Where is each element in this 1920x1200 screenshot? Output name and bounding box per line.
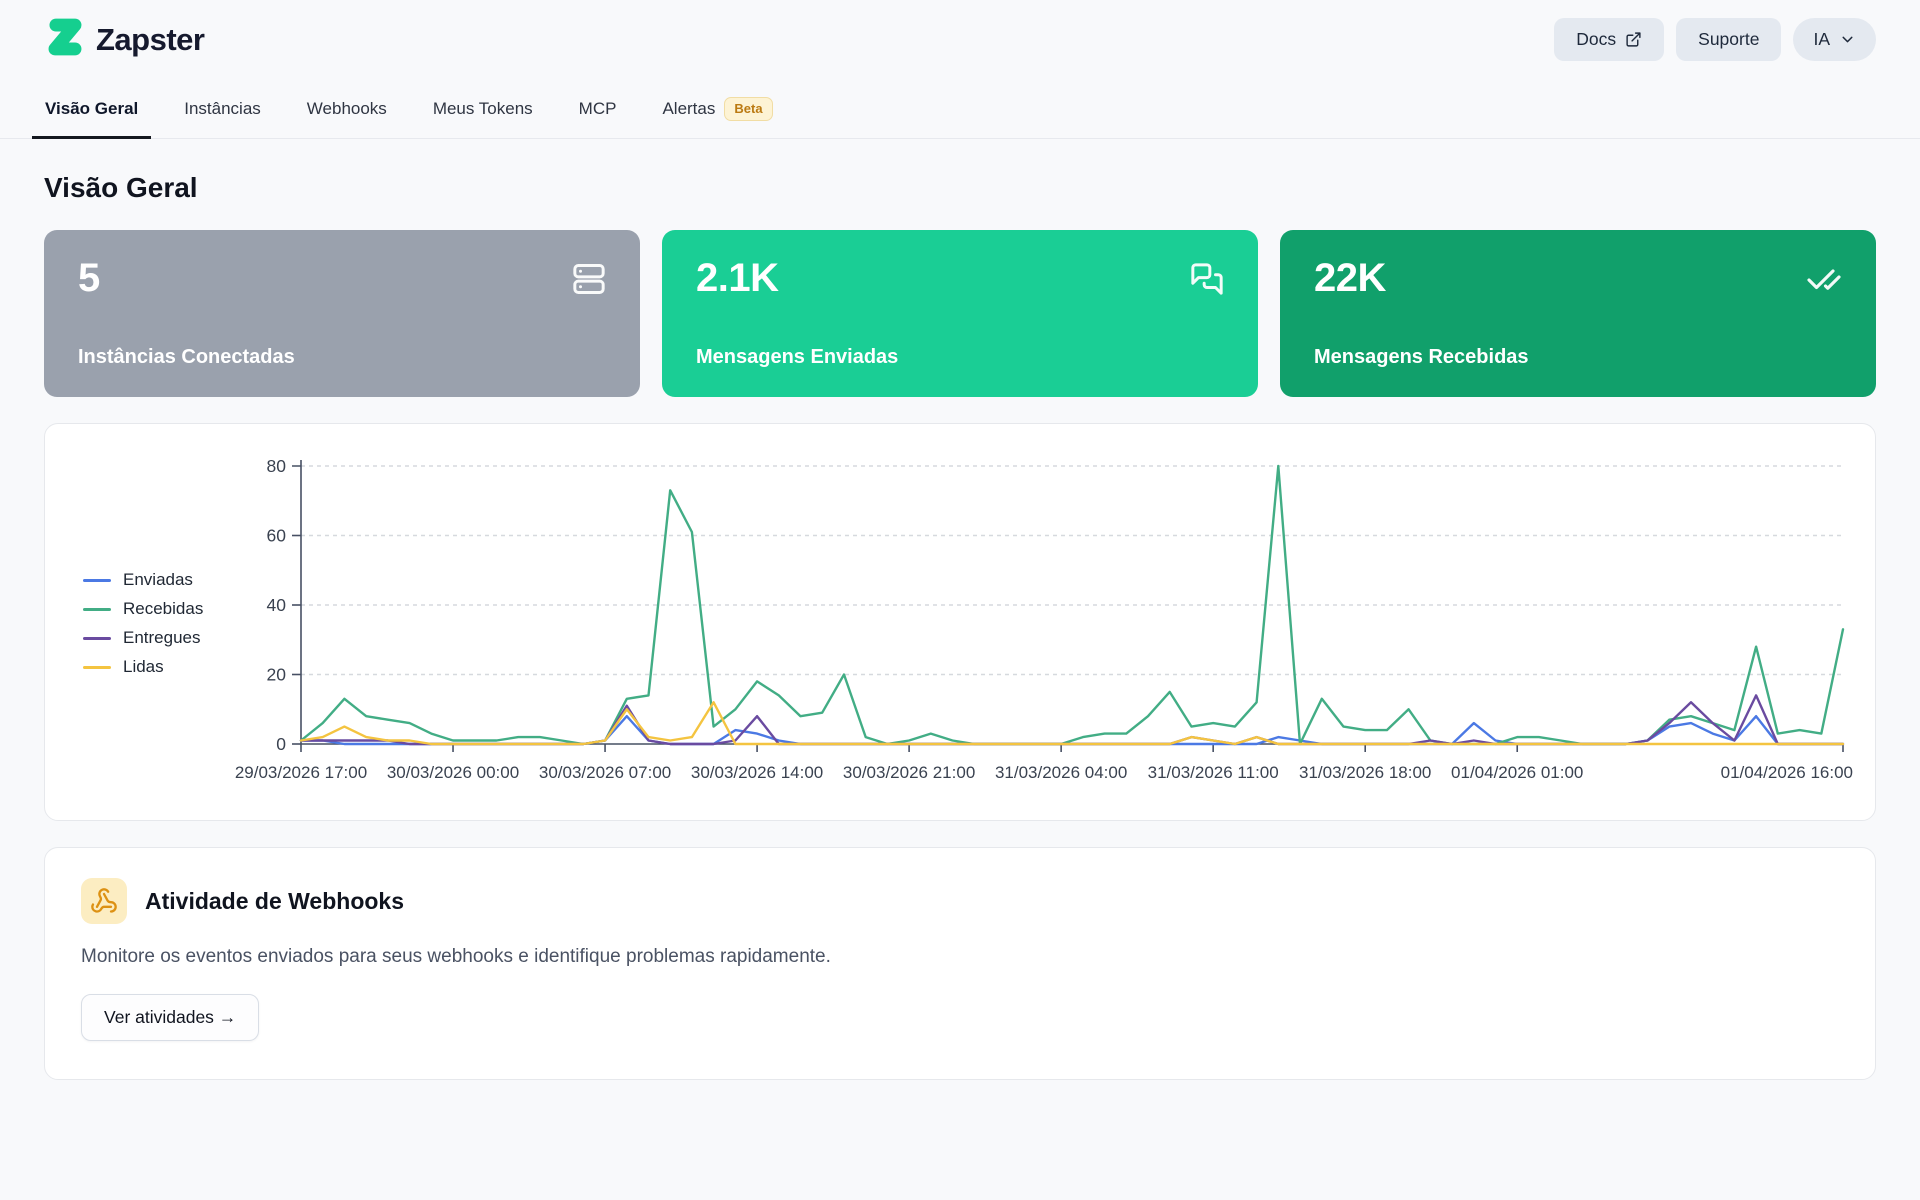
stat-value: 2.1K (696, 256, 1224, 301)
main-nav: Visão Geral Instâncias Webhooks Meus Tok… (0, 87, 1920, 139)
docs-button-label: Docs (1576, 29, 1616, 50)
svg-text:31/03/2026 11:00: 31/03/2026 11:00 (1148, 763, 1279, 782)
ia-dropdown-label: IA (1813, 29, 1830, 50)
stat-card: 5 Instâncias Conectadas (44, 230, 640, 397)
tab-label: MCP (579, 99, 617, 119)
webhook-card-title: Atividade de Webhooks (145, 888, 404, 915)
zapster-logo-icon (44, 16, 86, 63)
svg-text:30/03/2026 00:00: 30/03/2026 00:00 (387, 763, 519, 782)
webhook-activity-card: Atividade de Webhooks Monitore os evento… (44, 847, 1876, 1080)
tab-alertas[interactable]: Alertas Beta (649, 87, 785, 139)
messages-chart-card: EnviadasRecebidasEntreguesLidas 02040608… (44, 423, 1876, 821)
svg-text:40: 40 (267, 595, 287, 615)
top-actions: Docs Suporte IA (1554, 18, 1876, 61)
tab-label: Alertas (662, 99, 715, 119)
ia-dropdown[interactable]: IA (1793, 18, 1876, 61)
stat-label: Mensagens Recebidas (1314, 346, 1842, 369)
tab-visao-geral[interactable]: Visão Geral (32, 87, 151, 139)
svg-text:01/04/2026 16:00: 01/04/2026 16:00 (1721, 763, 1853, 782)
stat-card: 22K Mensagens Recebidas (1280, 230, 1876, 397)
stat-card: 2.1K Mensagens Enviadas (662, 230, 1258, 397)
svg-text:30/03/2026 14:00: 30/03/2026 14:00 (691, 763, 823, 782)
webhook-icon (81, 878, 127, 924)
svg-text:60: 60 (267, 526, 287, 546)
svg-text:20: 20 (267, 665, 287, 685)
stat-value: 22K (1314, 256, 1842, 301)
top-bar: Zapster Docs Suporte IA (0, 0, 1920, 63)
support-button[interactable]: Suporte (1676, 18, 1781, 61)
tab-meus-tokens[interactable]: Meus Tokens (420, 87, 546, 139)
tab-mcp[interactable]: MCP (566, 87, 630, 139)
stat-label: Mensagens Enviadas (696, 346, 1224, 369)
beta-badge: Beta (724, 97, 772, 121)
external-link-icon (1625, 31, 1642, 48)
svg-text:31/03/2026 04:00: 31/03/2026 04:00 (995, 763, 1127, 782)
stat-label: Instâncias Conectadas (78, 346, 606, 369)
support-button-label: Suporte (1698, 29, 1759, 50)
stat-cards: 5 Instâncias Conectadas 2.1K Mensagens E… (44, 230, 1876, 397)
svg-text:30/03/2026 21:00: 30/03/2026 21:00 (843, 763, 975, 782)
stat-value: 5 (78, 256, 606, 301)
overview-chart-svg[interactable]: 0 20 40 60 80 29/03/2026 17:00 30/03/2026 00:0… (45, 424, 1875, 820)
svg-text:80: 80 (267, 456, 287, 476)
svg-text:0: 0 (276, 734, 286, 754)
svg-text:29/03/2026 17:00: 29/03/2026 17:00 (235, 763, 367, 782)
check-check-icon (1806, 262, 1842, 303)
tab-label: Visão Geral (45, 99, 138, 119)
page-title: Visão Geral (44, 172, 1876, 204)
webhook-card-header: Atividade de Webhooks (81, 878, 1839, 924)
tab-label: Webhooks (307, 99, 387, 119)
tab-label: Instâncias (184, 99, 261, 119)
svg-text:31/03/2026 18:00: 31/03/2026 18:00 (1299, 763, 1431, 782)
brand-name: Zapster (96, 22, 204, 58)
svg-text:01/04/2026 01:00: 01/04/2026 01:00 (1451, 763, 1583, 782)
main-content: Visão Geral 5 Instâncias Conectadas 2.1K… (0, 172, 1920, 1080)
zapster-logo[interactable]: Zapster (44, 16, 204, 63)
server-icon (572, 262, 606, 301)
tab-label: Meus Tokens (433, 99, 533, 119)
webhook-card-description: Monitore os eventos enviados para seus w… (81, 946, 1839, 968)
docs-button[interactable]: Docs (1554, 18, 1664, 61)
view-activities-button[interactable]: Ver atividades → (81, 994, 259, 1041)
tab-webhooks[interactable]: Webhooks (294, 87, 400, 139)
messages-icon (1190, 262, 1224, 301)
svg-text:30/03/2026 07:00: 30/03/2026 07:00 (539, 763, 671, 782)
chevron-down-icon (1839, 31, 1856, 48)
tab-instancias[interactable]: Instâncias (171, 87, 274, 139)
